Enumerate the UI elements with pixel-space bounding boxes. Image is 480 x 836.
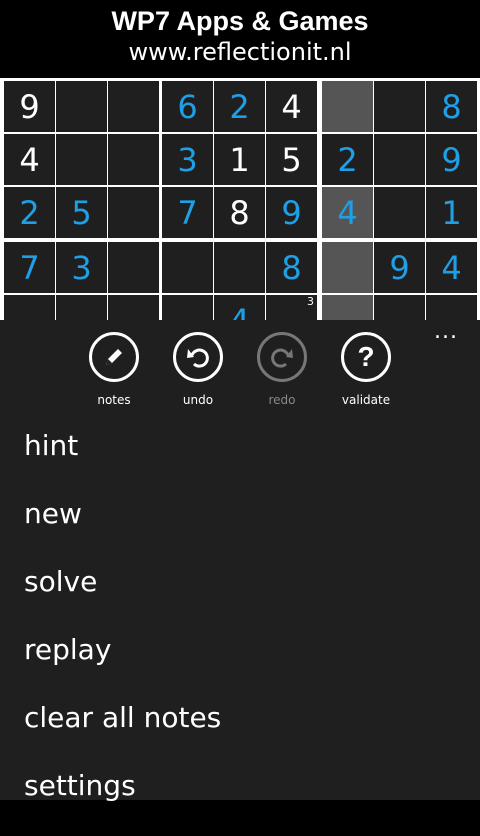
- sudoku-cell[interactable]: 2: [214, 81, 265, 132]
- cell-value: 4: [281, 87, 302, 126]
- appbar-menu: hint new solve replay clear all notes se…: [24, 428, 221, 836]
- sudoku-cell[interactable]: [108, 81, 159, 132]
- sudoku-cell[interactable]: 3: [56, 242, 107, 293]
- cell-value: 2: [19, 193, 40, 232]
- sudoku-cell[interactable]: 4: [322, 187, 373, 238]
- cell-value: 2: [337, 140, 358, 179]
- cell-value: 9: [281, 193, 302, 232]
- more-options-icon[interactable]: ...: [434, 321, 458, 343]
- cell-value: 8: [229, 193, 250, 232]
- undo-button[interactable]: undo: [156, 332, 240, 407]
- redo-icon: [257, 332, 307, 382]
- menu-item-clear-all-notes[interactable]: clear all notes: [24, 700, 221, 768]
- sudoku-cell[interactable]: [322, 81, 373, 132]
- app-title: WP7 Apps & Games: [111, 6, 369, 36]
- sudoku-cell[interactable]: [374, 81, 425, 132]
- application-bar: ... notes undo redo ? validate hint new …: [0, 320, 480, 802]
- sudoku-cell[interactable]: [108, 134, 159, 185]
- sudoku-cell[interactable]: 4: [266, 81, 317, 132]
- app-url: www.reflectionit.nl: [128, 38, 352, 66]
- sudoku-cell[interactable]: 4: [426, 242, 477, 293]
- sudoku-cell[interactable]: 9: [4, 81, 55, 132]
- sudoku-cell[interactable]: 9: [266, 187, 317, 238]
- sudoku-cell[interactable]: [108, 187, 159, 238]
- menu-item-replay[interactable]: replay: [24, 632, 221, 700]
- notes-label: notes: [97, 393, 131, 407]
- cell-value: 1: [441, 193, 462, 232]
- cell-value: 9: [389, 248, 410, 287]
- cell-value: 4: [441, 248, 462, 287]
- app-header: WP7 Apps & Games www.reflectionit.nl: [0, 0, 480, 78]
- sudoku-cell[interactable]: [162, 242, 213, 293]
- cell-value: 3: [177, 140, 198, 179]
- sudoku-board: 9624843152925789417389443: [0, 78, 480, 346]
- sudoku-cell[interactable]: [108, 242, 159, 293]
- question-icon: ?: [341, 332, 391, 382]
- menu-item-hint[interactable]: hint: [24, 428, 221, 496]
- cell-value: 5: [281, 140, 302, 179]
- cell-note: 3: [307, 295, 314, 308]
- sudoku-cell[interactable]: 8: [214, 187, 265, 238]
- sudoku-cell[interactable]: 1: [214, 134, 265, 185]
- validate-label: validate: [341, 393, 391, 407]
- cell-value: 8: [441, 87, 462, 126]
- sudoku-cell[interactable]: [214, 242, 265, 293]
- pencil-icon: [89, 332, 139, 382]
- menu-item-solve[interactable]: solve: [24, 564, 221, 632]
- sudoku-cell[interactable]: [374, 134, 425, 185]
- cell-value: 4: [19, 140, 40, 179]
- cell-value: 5: [71, 193, 92, 232]
- sudoku-cell[interactable]: 6: [162, 81, 213, 132]
- notes-button[interactable]: notes: [72, 332, 156, 407]
- redo-label: redo: [268, 393, 296, 407]
- sudoku-cell[interactable]: 4: [4, 134, 55, 185]
- cell-value: 6: [177, 87, 198, 126]
- sudoku-cell[interactable]: [56, 81, 107, 132]
- sudoku-cell[interactable]: 3: [162, 134, 213, 185]
- sudoku-cell[interactable]: [56, 134, 107, 185]
- sudoku-cell[interactable]: 2: [322, 134, 373, 185]
- cell-value: 8: [281, 248, 302, 287]
- cell-value: 4: [337, 193, 358, 232]
- redo-button[interactable]: redo: [240, 332, 324, 407]
- cell-value: 7: [19, 248, 40, 287]
- validate-button[interactable]: ? validate: [324, 332, 408, 407]
- sudoku-cell[interactable]: [374, 187, 425, 238]
- sudoku-cell[interactable]: 1: [426, 187, 477, 238]
- sudoku-cell[interactable]: [322, 242, 373, 293]
- sudoku-cell[interactable]: 2: [4, 187, 55, 238]
- sudoku-cell[interactable]: 5: [266, 134, 317, 185]
- sudoku-cell[interactable]: 9: [426, 134, 477, 185]
- sudoku-cell[interactable]: 7: [162, 187, 213, 238]
- menu-item-settings[interactable]: settings: [24, 768, 221, 836]
- cell-value: 2: [229, 87, 250, 126]
- sudoku-cell[interactable]: 8: [266, 242, 317, 293]
- cell-value: 3: [71, 248, 92, 287]
- cell-value: 9: [441, 140, 462, 179]
- cell-value: 1: [229, 140, 250, 179]
- sudoku-cell[interactable]: 7: [4, 242, 55, 293]
- sudoku-cell[interactable]: 8: [426, 81, 477, 132]
- sudoku-cell[interactable]: 5: [56, 187, 107, 238]
- sudoku-cell[interactable]: 9: [374, 242, 425, 293]
- menu-item-new[interactable]: new: [24, 496, 221, 564]
- cell-value: 9: [19, 87, 40, 126]
- cell-value: 7: [177, 193, 198, 232]
- undo-label: undo: [182, 393, 214, 407]
- undo-icon: [173, 332, 223, 382]
